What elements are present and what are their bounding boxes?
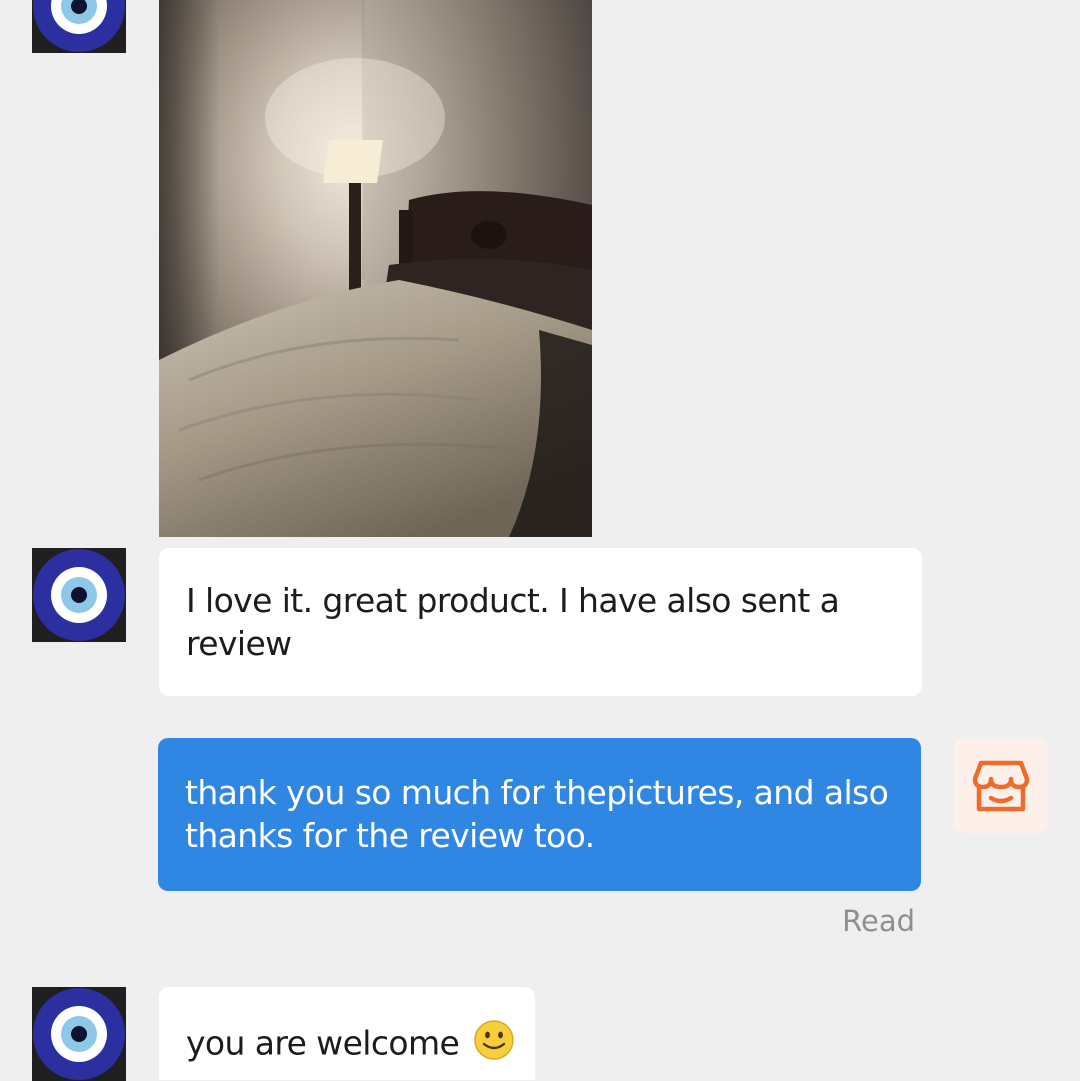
seller-avatar[interactable] [953, 739, 1048, 833]
slightly-smiling-face-icon [473, 1019, 515, 1071]
photo-bedroom-lamp [159, 0, 592, 537]
customer-avatar[interactable] [32, 548, 126, 642]
evil-eye-avatar-icon [32, 987, 126, 1081]
photo-message[interactable] [159, 0, 592, 537]
evil-eye-avatar-icon [32, 0, 126, 53]
store-icon [972, 760, 1030, 812]
incoming-message-bubble[interactable]: I love it. great product. I have also se… [159, 548, 922, 696]
message-text: thank you so much for thepictures, and a… [185, 773, 889, 855]
read-status: Read [842, 904, 915, 938]
outgoing-message-bubble[interactable]: thank you so much for thepictures, and a… [158, 738, 921, 891]
evil-eye-avatar-icon [32, 548, 126, 642]
customer-avatar[interactable] [32, 0, 126, 53]
message-text: you are welcome [186, 1023, 460, 1063]
message-text: I love it. great product. I have also se… [186, 581, 840, 663]
customer-avatar[interactable] [32, 987, 126, 1081]
incoming-message-bubble[interactable]: you are welcome [159, 987, 535, 1080]
